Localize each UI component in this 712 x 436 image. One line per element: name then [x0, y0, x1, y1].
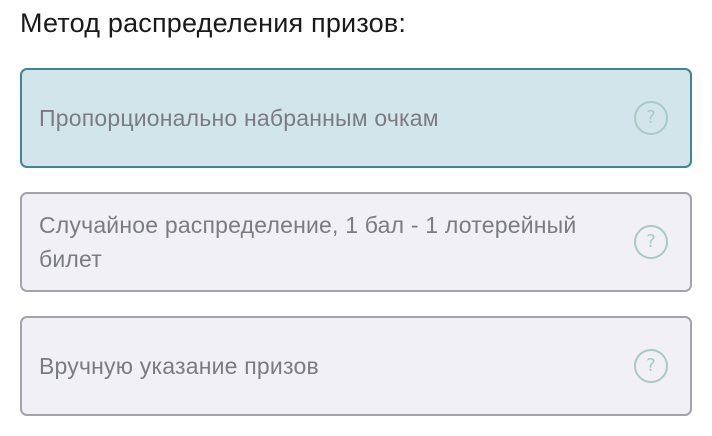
- option-random-lottery[interactable]: Случайное распределение, 1 бал - 1 лотер…: [20, 192, 692, 292]
- option-label: Пропорционально набранным очкам: [39, 105, 439, 131]
- option-label: Вручную указание призов: [39, 353, 319, 379]
- option-manual[interactable]: Вручную указание призов ?: [20, 316, 692, 416]
- option-label: Случайное распределение, 1 бал - 1 лотер…: [39, 212, 577, 272]
- help-icon[interactable]: ?: [634, 225, 668, 259]
- section-heading: Метод распределения призов:: [20, 8, 407, 38]
- help-icon[interactable]: ?: [634, 101, 668, 135]
- help-icon[interactable]: ?: [634, 349, 668, 383]
- distribution-method-options: Пропорционально набранным очкам ? Случай…: [20, 68, 692, 416]
- prize-distribution-screen: Метод распределения призов: Пропорционал…: [0, 0, 712, 436]
- option-proportional[interactable]: Пропорционально набранным очкам ?: [20, 68, 692, 168]
